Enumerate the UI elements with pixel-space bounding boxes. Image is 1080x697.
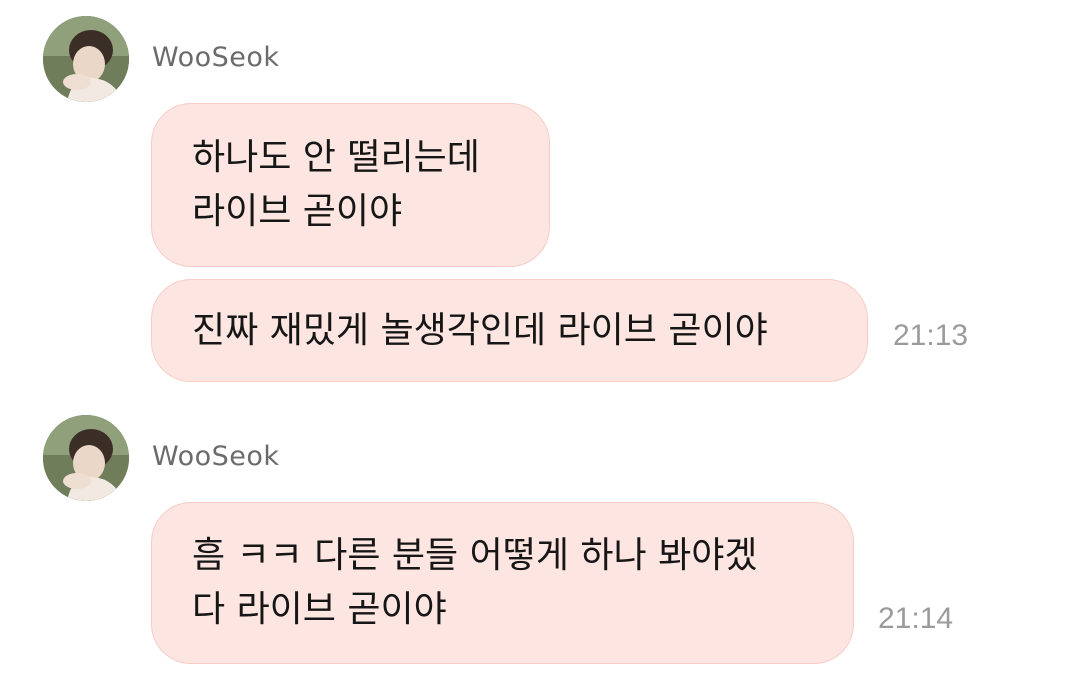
sender-name: WooSeok (152, 42, 280, 73)
message-bubble[interactable]: 진짜 재밌게 놀생각인데 라이브 곧이야 (151, 279, 868, 382)
sender-name: WooSeok (152, 441, 280, 472)
message-text-line: 라이브 곧이야 (192, 191, 403, 232)
message-text-line: 흠 ㅋㅋ 다른 분들 어떻게 하나 봐야겠 (192, 535, 758, 576)
message-bubble[interactable]: 하나도 안 떨리는데 라이브 곧이야 (151, 103, 550, 267)
message-text-line: 하나도 안 떨리는데 (192, 137, 480, 178)
avatar[interactable] (43, 415, 129, 501)
message-text-line: 진짜 재밌게 놀생각인데 라이브 곧이야 (192, 309, 768, 351)
message-bubble[interactable]: 흠 ㅋㅋ 다른 분들 어떻게 하나 봐야겠 다 라이브 곧이야 (151, 502, 854, 664)
message-timestamp: 21:13 (893, 319, 969, 352)
avatar-photo-icon (43, 415, 129, 501)
message-timestamp: 21:14 (878, 602, 954, 635)
chat-view: WooSeok 하나도 안 떨리는데 라이브 곧이야 진짜 재밌게 놀생각인데 … (0, 0, 1080, 697)
message-text-line: 다 라이브 곧이야 (192, 589, 447, 630)
avatar[interactable] (43, 16, 129, 102)
avatar-photo-icon (43, 16, 129, 102)
